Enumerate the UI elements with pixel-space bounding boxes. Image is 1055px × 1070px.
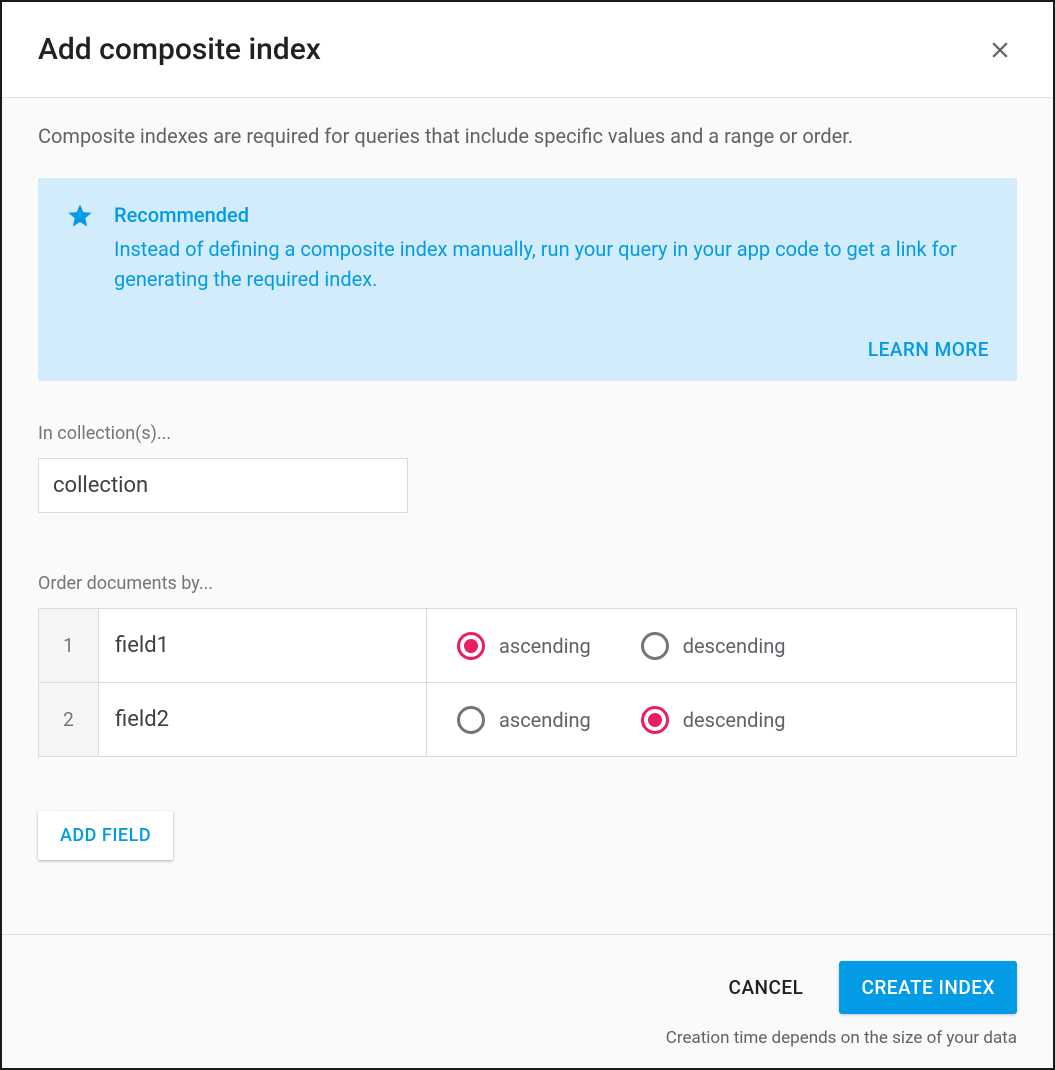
close-icon (987, 37, 1013, 63)
radio-unselected-icon (457, 706, 485, 734)
descending-label: descending (683, 634, 786, 658)
add-field-button[interactable]: ADD FIELD (38, 811, 173, 860)
order-radio-group: ascending descending (457, 632, 986, 660)
order-label: Order documents by... (38, 573, 1017, 594)
recommendation-box: Recommended Instead of defining a compos… (38, 178, 1017, 381)
field-name-input[interactable] (99, 610, 426, 682)
create-index-button[interactable]: CREATE INDEX (839, 961, 1017, 1014)
fields-table: 1 ascending descending (38, 608, 1017, 757)
close-button[interactable] (983, 33, 1017, 67)
ascending-label: ascending (499, 634, 591, 658)
dialog-header: Add composite index (2, 2, 1053, 98)
dialog-footer: CANCEL CREATE INDEX Creation time depend… (2, 934, 1053, 1068)
dialog-description: Composite indexes are required for queri… (38, 122, 1017, 150)
cancel-button[interactable]: CANCEL (729, 976, 804, 999)
ascending-label: ascending (499, 708, 591, 732)
field-row: 1 ascending descending (39, 609, 1017, 683)
add-composite-index-dialog: Add composite index Composite indexes ar… (0, 0, 1055, 1070)
order-radio-group: ascending descending (457, 706, 986, 734)
field-name-input[interactable] (99, 684, 426, 756)
star-icon (66, 202, 94, 294)
row-number: 2 (39, 683, 99, 757)
recommendation-title: Recommended (114, 200, 989, 230)
ascending-radio[interactable]: ascending (457, 632, 591, 660)
row-number: 1 (39, 609, 99, 683)
collection-input[interactable] (38, 458, 408, 513)
radio-unselected-icon (641, 632, 669, 660)
descending-label: descending (683, 708, 786, 732)
dialog-body: Composite indexes are required for queri… (2, 98, 1053, 934)
radio-selected-icon (457, 632, 485, 660)
ascending-radio[interactable]: ascending (457, 706, 591, 734)
recommendation-body: Instead of defining a composite index ma… (114, 234, 989, 294)
radio-selected-icon (641, 706, 669, 734)
descending-radio[interactable]: descending (641, 632, 786, 660)
field-row: 2 ascending descending (39, 683, 1017, 757)
footer-note: Creation time depends on the size of you… (38, 1028, 1017, 1048)
descending-radio[interactable]: descending (641, 706, 786, 734)
collection-label: In collection(s)... (38, 423, 1017, 444)
recommendation-text: Recommended Instead of defining a compos… (114, 200, 989, 294)
learn-more-link[interactable]: LEARN MORE (868, 338, 989, 361)
dialog-title: Add composite index (38, 32, 321, 67)
